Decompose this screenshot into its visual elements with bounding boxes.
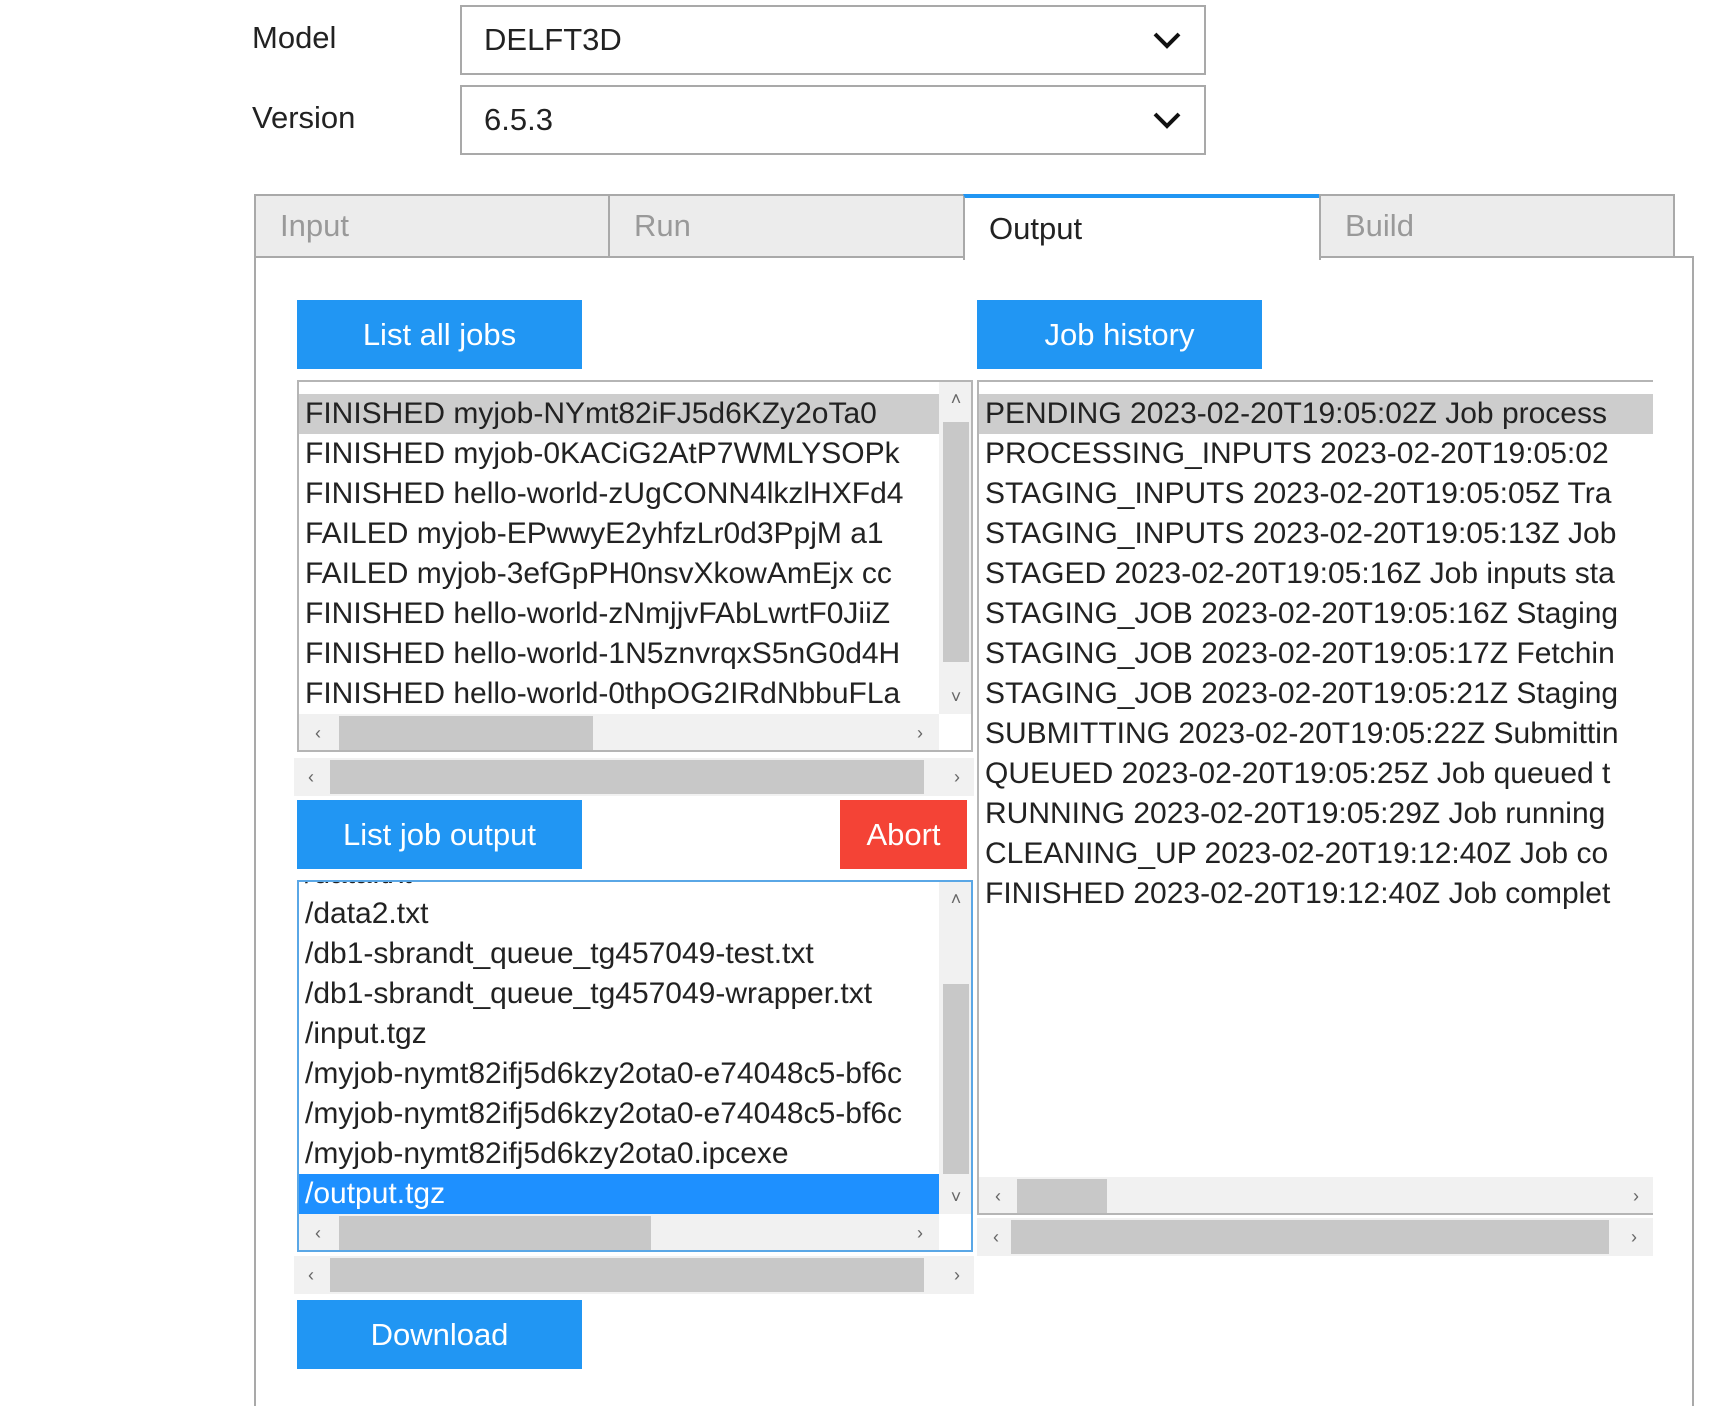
tab-output-label: Output: [989, 211, 1083, 246]
output-row[interactable]: /data.txt: [299, 882, 939, 894]
output-row[interactable]: /myjob-nymt82ifj5d6kzy2ota0.ipcexe: [299, 1134, 939, 1174]
chevron-down-icon: [1153, 112, 1181, 129]
version-select-value: 6.5.3: [484, 102, 553, 137]
list-all-jobs-button[interactable]: List all jobs: [297, 300, 582, 369]
scroll-left-icon[interactable]: ‹: [309, 1224, 327, 1242]
outputs-vertical-thumb[interactable]: [943, 984, 969, 1174]
tab-output[interactable]: Output: [963, 194, 1321, 260]
job-row[interactable]: FINISHED hello-world-zUgCONN4lkzlHXFd4: [299, 474, 939, 514]
job-row[interactable]: FINISHED myjob-0KACiG2AtP7WMLYSOPk: [299, 434, 939, 474]
scroll-right-icon[interactable]: ›: [948, 768, 966, 786]
tab-input[interactable]: Input: [254, 194, 610, 258]
scroll-right-icon[interactable]: ›: [948, 1266, 966, 1284]
tab-input-label: Input: [280, 208, 349, 243]
history-row[interactable]: FINISHED 2023-02-20T19:12:40Z Job comple…: [979, 874, 1653, 914]
job-row[interactable]: FINISHED hello-world-zNmjjvFAbLwrtF0JiiZ: [299, 594, 939, 634]
jobs-inner-horizontal-scrollbar[interactable]: ‹ ›: [299, 714, 939, 750]
output-row[interactable]: /db1-sbrandt_queue_tg457049-test.txt: [299, 934, 939, 974]
model-select-value: DELFT3D: [484, 22, 622, 57]
history-row[interactable]: STAGING_JOB 2023-02-20T19:05:16Z Staging: [979, 594, 1653, 634]
outputs-outer-horizontal-scrollbar[interactable]: ‹ ›: [294, 1256, 974, 1294]
scroll-up-icon[interactable]: ˄: [947, 390, 965, 408]
model-select[interactable]: DELFT3D: [460, 5, 1206, 75]
jobs-inner-horizontal-thumb[interactable]: [339, 716, 593, 750]
scroll-left-icon[interactable]: ‹: [302, 768, 320, 786]
job-row[interactable]: FAILED myjob-EPwwyE2yhfzLr0d3PpjM a1: [299, 514, 939, 554]
output-row[interactable]: /input.tgz: [299, 1014, 939, 1054]
download-button[interactable]: Download: [297, 1300, 582, 1369]
tab-run-label: Run: [634, 208, 691, 243]
outputs-inner-horizontal-scrollbar[interactable]: ‹ ›: [299, 1214, 939, 1250]
tab-run[interactable]: Run: [608, 194, 965, 258]
job-row[interactable]: FINISHED hello-world-1N5znvrqxS5nG0d4H: [299, 634, 939, 674]
scroll-right-icon[interactable]: ›: [911, 724, 929, 742]
outputs-listbox[interactable]: /data.txt /data2.txt /db1-sbrandt_queue_…: [297, 880, 973, 1252]
history-row[interactable]: STAGING_INPUTS 2023-02-20T19:05:05Z Tra: [979, 474, 1653, 514]
output-row[interactable]: /myjob-nymt82ifj5d6kzy2ota0-e74048c5-bf6…: [299, 1094, 939, 1134]
job-row[interactable]: FINISHED myjob-NYmt82iFJ5d6KZy2oTa0: [299, 394, 939, 434]
history-row[interactable]: STAGING_JOB 2023-02-20T19:05:17Z Fetchin: [979, 634, 1653, 674]
history-row[interactable]: SUBMITTING 2023-02-20T19:05:22Z Submitti…: [979, 714, 1653, 754]
history-row[interactable]: STAGING_JOB 2023-02-20T19:05:21Z Staging: [979, 674, 1653, 714]
history-row[interactable]: QUEUED 2023-02-20T19:05:25Z Job queued t: [979, 754, 1653, 794]
outputs-vertical-scrollbar[interactable]: ˄ ˅: [939, 882, 971, 1214]
scroll-down-icon[interactable]: ˅: [947, 688, 965, 706]
version-select[interactable]: 6.5.3: [460, 85, 1206, 155]
jobs-outer-horizontal-scrollbar[interactable]: ‹ ›: [294, 758, 974, 796]
scroll-up-icon[interactable]: ˄: [947, 890, 965, 908]
history-row[interactable]: PROCESSING_INPUTS 2023-02-20T19:05:02: [979, 434, 1653, 474]
scroll-right-icon[interactable]: ›: [1627, 1187, 1645, 1205]
outputs-list: /data.txt /data2.txt /db1-sbrandt_queue_…: [299, 882, 939, 1214]
output-row[interactable]: /data2.txt: [299, 894, 939, 934]
history-inner-horizontal-scrollbar[interactable]: ‹ ›: [979, 1177, 1653, 1213]
output-row[interactable]: /myjob-nymt82ifj5d6kzy2ota0-e74048c5-bf6…: [299, 1054, 939, 1094]
history-row[interactable]: RUNNING 2023-02-20T19:05:29Z Job running: [979, 794, 1653, 834]
jobs-outer-horizontal-thumb[interactable]: [330, 760, 924, 794]
output-row[interactable]: /db1-sbrandt_queue_tg457049-wrapper.txt: [299, 974, 939, 1014]
output-row-selected[interactable]: /output.tgz: [299, 1174, 939, 1214]
scroll-left-icon[interactable]: ‹: [309, 724, 327, 742]
model-label: Model: [252, 20, 337, 55]
history-row[interactable]: PENDING 2023-02-20T19:05:02Z Job process: [979, 394, 1653, 434]
outputs-inner-horizontal-thumb[interactable]: [339, 1216, 651, 1250]
history-list: PENDING 2023-02-20T19:05:02Z Job process…: [979, 394, 1653, 1174]
scroll-right-icon[interactable]: ›: [911, 1224, 929, 1242]
chevron-down-icon: [1153, 32, 1181, 49]
scroll-left-icon[interactable]: ‹: [987, 1228, 1005, 1246]
tab-build-label: Build: [1345, 208, 1414, 243]
jobs-listbox[interactable]: FINISHED myjob-NYmt82iFJ5d6KZy2oTa0 FINI…: [297, 380, 973, 752]
scroll-left-icon[interactable]: ‹: [989, 1187, 1007, 1205]
abort-button[interactable]: Abort: [840, 800, 967, 869]
history-outer-horizontal-scrollbar[interactable]: ‹ ›: [977, 1218, 1653, 1256]
scroll-left-icon[interactable]: ‹: [302, 1266, 320, 1284]
history-row[interactable]: STAGED 2023-02-20T19:05:16Z Job inputs s…: [979, 554, 1653, 594]
jobs-vertical-scrollbar[interactable]: ˄ ˅: [939, 382, 971, 714]
jobs-list: FINISHED myjob-NYmt82iFJ5d6KZy2oTa0 FINI…: [299, 394, 939, 714]
job-row[interactable]: FAILED myjob-3efGpPH0nsvXkowAmEjx cc: [299, 554, 939, 594]
job-history-button[interactable]: Job history: [977, 300, 1262, 369]
tab-build[interactable]: Build: [1319, 194, 1675, 258]
scroll-down-icon[interactable]: ˅: [947, 1188, 965, 1206]
history-row[interactable]: CLEANING_UP 2023-02-20T19:12:40Z Job co: [979, 834, 1653, 874]
scroll-right-icon[interactable]: ›: [1625, 1228, 1643, 1246]
history-inner-horizontal-thumb[interactable]: [1017, 1179, 1107, 1213]
history-row[interactable]: STAGING_INPUTS 2023-02-20T19:05:13Z Job: [979, 514, 1653, 554]
version-label: Version: [252, 100, 356, 135]
job-row[interactable]: FINISHED hello-world-0thpOG2IRdNbbuFLa: [299, 674, 939, 714]
list-job-output-button[interactable]: List job output: [297, 800, 582, 869]
outputs-outer-horizontal-thumb[interactable]: [330, 1258, 924, 1292]
history-outer-horizontal-thumb[interactable]: [1011, 1220, 1609, 1254]
history-listbox[interactable]: PENDING 2023-02-20T19:05:02Z Job process…: [977, 380, 1653, 1215]
jobs-vertical-thumb[interactable]: [943, 422, 969, 662]
